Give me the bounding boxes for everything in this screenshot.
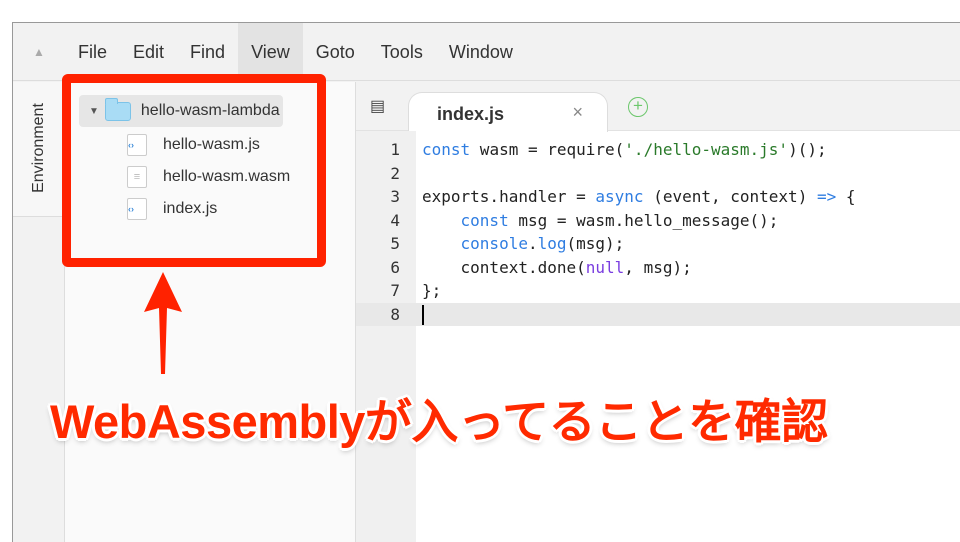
code-token: => — [816, 187, 837, 206]
menu-file[interactable]: File — [65, 23, 120, 81]
line-content: const msg = wasm.hello_message(); — [416, 210, 779, 230]
code-token: async — [595, 187, 644, 206]
code-line: 4 const msg = wasm.hello_message(); — [390, 209, 960, 233]
annotation-caption: WebAssemblyが入ってることを確認 — [50, 395, 828, 448]
tab-environment[interactable]: Environment — [13, 82, 65, 217]
code-line: 7}; — [390, 279, 960, 303]
up-arrow-icon — [144, 272, 182, 374]
code-line: 8 — [356, 302, 960, 326]
code-token: . — [527, 234, 538, 253]
side-panel-tabs: Environment — [13, 82, 65, 542]
line-number: 4 — [390, 210, 400, 230]
line-number: 8 — [390, 304, 400, 324]
code-token: null — [585, 257, 625, 277]
new-tab-plus-icon[interactable]: + — [628, 97, 648, 117]
line-content: const wasm = require('./hello-wasm.js')(… — [416, 140, 827, 159]
line-number: 3 — [390, 187, 400, 206]
line-number: 5 — [390, 234, 400, 253]
code-token: )(); — [788, 140, 827, 159]
tab-label: index.js — [437, 104, 505, 124]
highlight-box — [62, 74, 326, 267]
code-line: 1 const wasm = require('./hello-wasm.js')… — [390, 138, 960, 162]
code-token: }; — [422, 281, 442, 300]
code-token: const — [422, 140, 471, 159]
code-token: { — [836, 187, 856, 206]
code-token: wasm = require( — [470, 140, 625, 159]
menu-find[interactable]: Find — [177, 23, 238, 81]
code-token: const — [460, 210, 509, 230]
close-tab-icon[interactable]: × — [572, 102, 583, 123]
code-token: exports.handler = — [422, 187, 596, 206]
code-line: 2 — [390, 162, 960, 186]
menu-edit[interactable]: Edit — [120, 23, 177, 81]
line-number: 2 — [390, 163, 400, 183]
line-content: exports.handler = async (event, context)… — [416, 187, 855, 206]
line-number: 6 — [390, 257, 400, 277]
line-content — [416, 164, 422, 183]
code-line: 6 context.done(null, msg); — [390, 256, 960, 280]
code-token: (msg); — [566, 234, 625, 253]
tab-index-js[interactable]: index.js × — [408, 92, 608, 132]
code-line: 5 console.log(msg); — [390, 232, 960, 256]
code-token: (event, context) — [643, 187, 817, 206]
editor-pane: ▤ index.js × + 1 const wasm = require('./… — [356, 82, 960, 542]
tab-bar: ▤ index.js × + — [356, 82, 960, 132]
line-number: 1 — [390, 140, 400, 159]
code-token: context.done( — [422, 257, 586, 277]
menu-tools[interactable]: Tools — [368, 23, 436, 81]
text-caret — [422, 305, 424, 325]
code-token: msg = wasm.hello_message(); — [508, 210, 779, 230]
menu-goto[interactable]: Goto — [303, 23, 368, 81]
collapse-menu-icon[interactable]: ▲ — [13, 45, 65, 59]
tab-environment-label: Environment — [30, 103, 47, 193]
menu-view[interactable]: View — [238, 22, 303, 81]
code-editor[interactable]: 1 const wasm = require('./hello-wasm.js')… — [356, 138, 960, 326]
code-token: log — [537, 234, 567, 253]
code-token: , msg); — [624, 257, 692, 277]
code-line: 3 exports.handler = async (event, context… — [390, 185, 960, 209]
menu-bar: ▲ File Edit Find View Goto Tools Window — [13, 22, 960, 81]
line-content — [416, 305, 424, 325]
tab-list-icon[interactable]: ▤ — [370, 96, 385, 116]
line-content: console.log(msg); — [416, 234, 625, 253]
code-token: console — [460, 234, 528, 253]
line-content: context.done(null, msg); — [416, 258, 692, 277]
line-content: }; — [416, 281, 441, 300]
menu-window[interactable]: Window — [436, 23, 526, 81]
line-number: 7 — [390, 281, 400, 300]
code-token: './hello-wasm.js' — [624, 140, 789, 159]
